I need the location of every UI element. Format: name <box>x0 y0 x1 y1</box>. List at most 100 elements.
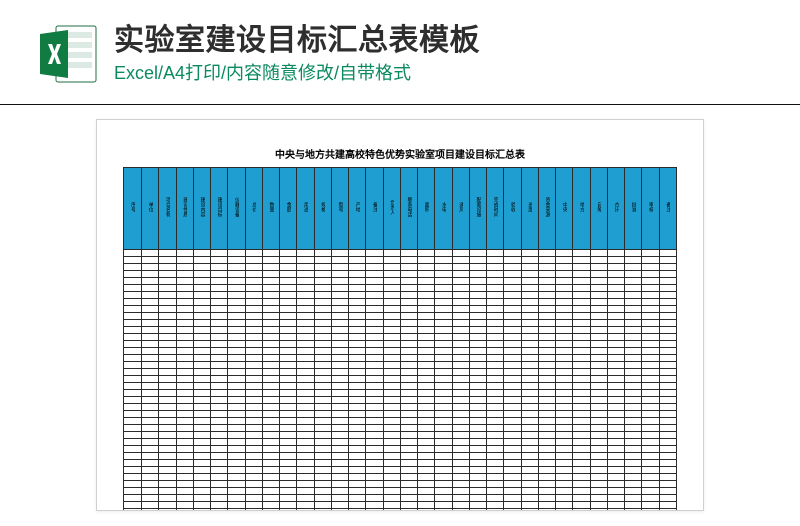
table-cell <box>590 320 607 327</box>
excel-file-icon <box>36 22 100 86</box>
table-cell <box>280 271 297 278</box>
table-cell <box>487 278 504 285</box>
table-cell <box>607 306 624 313</box>
table-cell <box>452 509 469 512</box>
table-cell <box>314 446 331 453</box>
table-cell <box>297 432 314 439</box>
header-label: 配套设施 <box>475 197 480 217</box>
table-cell <box>452 264 469 271</box>
table-cell <box>556 404 573 411</box>
table-cell <box>538 488 555 495</box>
table-cell <box>642 313 659 320</box>
table-cell <box>590 446 607 453</box>
table-cell <box>435 348 452 355</box>
table-cell <box>211 257 228 264</box>
table-row <box>124 348 677 355</box>
table-cell <box>521 418 538 425</box>
table-cell <box>228 264 245 271</box>
table-row <box>124 376 677 383</box>
table-cell <box>573 453 590 460</box>
table-cell <box>538 467 555 474</box>
table-cell <box>331 411 348 418</box>
table-cell <box>625 264 642 271</box>
table-cell <box>521 348 538 355</box>
table-cell <box>297 509 314 512</box>
table-cell <box>659 327 677 334</box>
header-label: 完成时间 <box>493 197 498 217</box>
table-cell <box>573 411 590 418</box>
table-cell <box>211 355 228 362</box>
table-cell <box>487 355 504 362</box>
table-cell <box>400 404 417 411</box>
header-label: 型号 <box>337 202 342 212</box>
table-cell <box>124 278 142 285</box>
table-cell <box>314 264 331 271</box>
table-cell <box>487 348 504 355</box>
table-cell <box>521 362 538 369</box>
table-cell <box>176 453 193 460</box>
table-header-cell: 配套设施 <box>469 168 486 250</box>
table-cell <box>435 502 452 509</box>
table-cell <box>435 432 452 439</box>
table-cell <box>418 348 435 355</box>
table-cell <box>262 383 279 390</box>
table-cell <box>469 474 486 481</box>
table-cell <box>435 397 452 404</box>
table-cell <box>383 285 400 292</box>
table-cell <box>435 355 452 362</box>
table-row <box>124 299 677 306</box>
table-cell <box>228 383 245 390</box>
table-cell <box>228 488 245 495</box>
table-cell <box>176 299 193 306</box>
table-cell <box>418 439 435 446</box>
table-cell <box>504 250 521 257</box>
table-cell <box>418 404 435 411</box>
table-cell <box>211 341 228 348</box>
table-cell <box>538 383 555 390</box>
table-header-cell: 产地 <box>349 168 366 250</box>
table-cell <box>521 432 538 439</box>
table-cell <box>383 278 400 285</box>
table-cell <box>435 271 452 278</box>
table-cell <box>366 250 383 257</box>
table-cell <box>659 404 677 411</box>
table-cell <box>625 341 642 348</box>
table-header-row: 序号单位项目名称建设性质建设内容建设目标仪器设备总价数量金额用途规格型号产地备注… <box>124 168 677 250</box>
table-cell <box>573 250 590 257</box>
table-cell <box>418 306 435 313</box>
table-cell <box>142 460 159 467</box>
table-cell <box>262 502 279 509</box>
table-cell <box>607 327 624 334</box>
table-cell <box>193 376 210 383</box>
table-cell <box>262 418 279 425</box>
table-cell <box>659 446 677 453</box>
table-cell <box>314 285 331 292</box>
table-cell <box>487 446 504 453</box>
table-cell <box>642 474 659 481</box>
table-cell <box>262 376 279 383</box>
table-cell <box>245 292 262 299</box>
table-cell <box>142 341 159 348</box>
table-header-cell: 数量 <box>262 168 279 250</box>
table-cell <box>383 509 400 512</box>
table-row <box>124 362 677 369</box>
table-cell <box>331 327 348 334</box>
table-cell <box>435 278 452 285</box>
table-cell <box>487 411 504 418</box>
table-cell <box>211 509 228 512</box>
table-cell <box>314 271 331 278</box>
table-cell <box>607 474 624 481</box>
table-cell <box>262 390 279 397</box>
table-cell <box>573 432 590 439</box>
table-cell <box>176 502 193 509</box>
table-cell <box>159 271 176 278</box>
table-cell <box>142 474 159 481</box>
table-cell <box>590 488 607 495</box>
table-cell <box>418 271 435 278</box>
table-cell <box>521 460 538 467</box>
table-cell <box>211 334 228 341</box>
table-cell <box>504 425 521 432</box>
table-header-cell: 完成时间 <box>487 168 504 250</box>
table-cell <box>625 327 642 334</box>
table-cell <box>142 453 159 460</box>
